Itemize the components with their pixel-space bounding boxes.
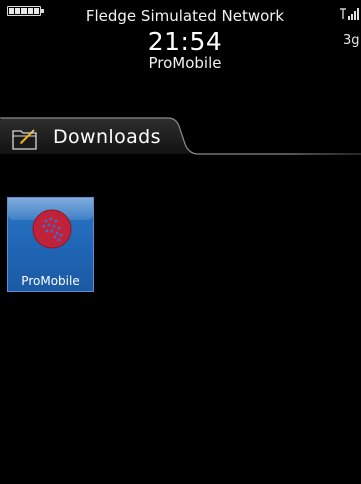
signal-strength-icon [340, 8, 359, 20]
page-title: ProMobile [148, 54, 222, 72]
carrier-name: Fledge Simulated Network [85, 7, 285, 25]
folder-icon [12, 129, 37, 150]
app-tile-label: ProMobile [21, 274, 80, 288]
promobile-logo-icon [32, 209, 72, 249]
home-screen: Fledge Simulated Network 21:54 3g ProMob… [0, 0, 361, 484]
network-type: 3g [343, 33, 360, 48]
folder-tab-label: Downloads [53, 126, 161, 148]
app-tile-promobile[interactable]: ProMobile [7, 197, 94, 292]
battery-icon [7, 6, 44, 16]
clock: 21:54 [147, 27, 223, 56]
